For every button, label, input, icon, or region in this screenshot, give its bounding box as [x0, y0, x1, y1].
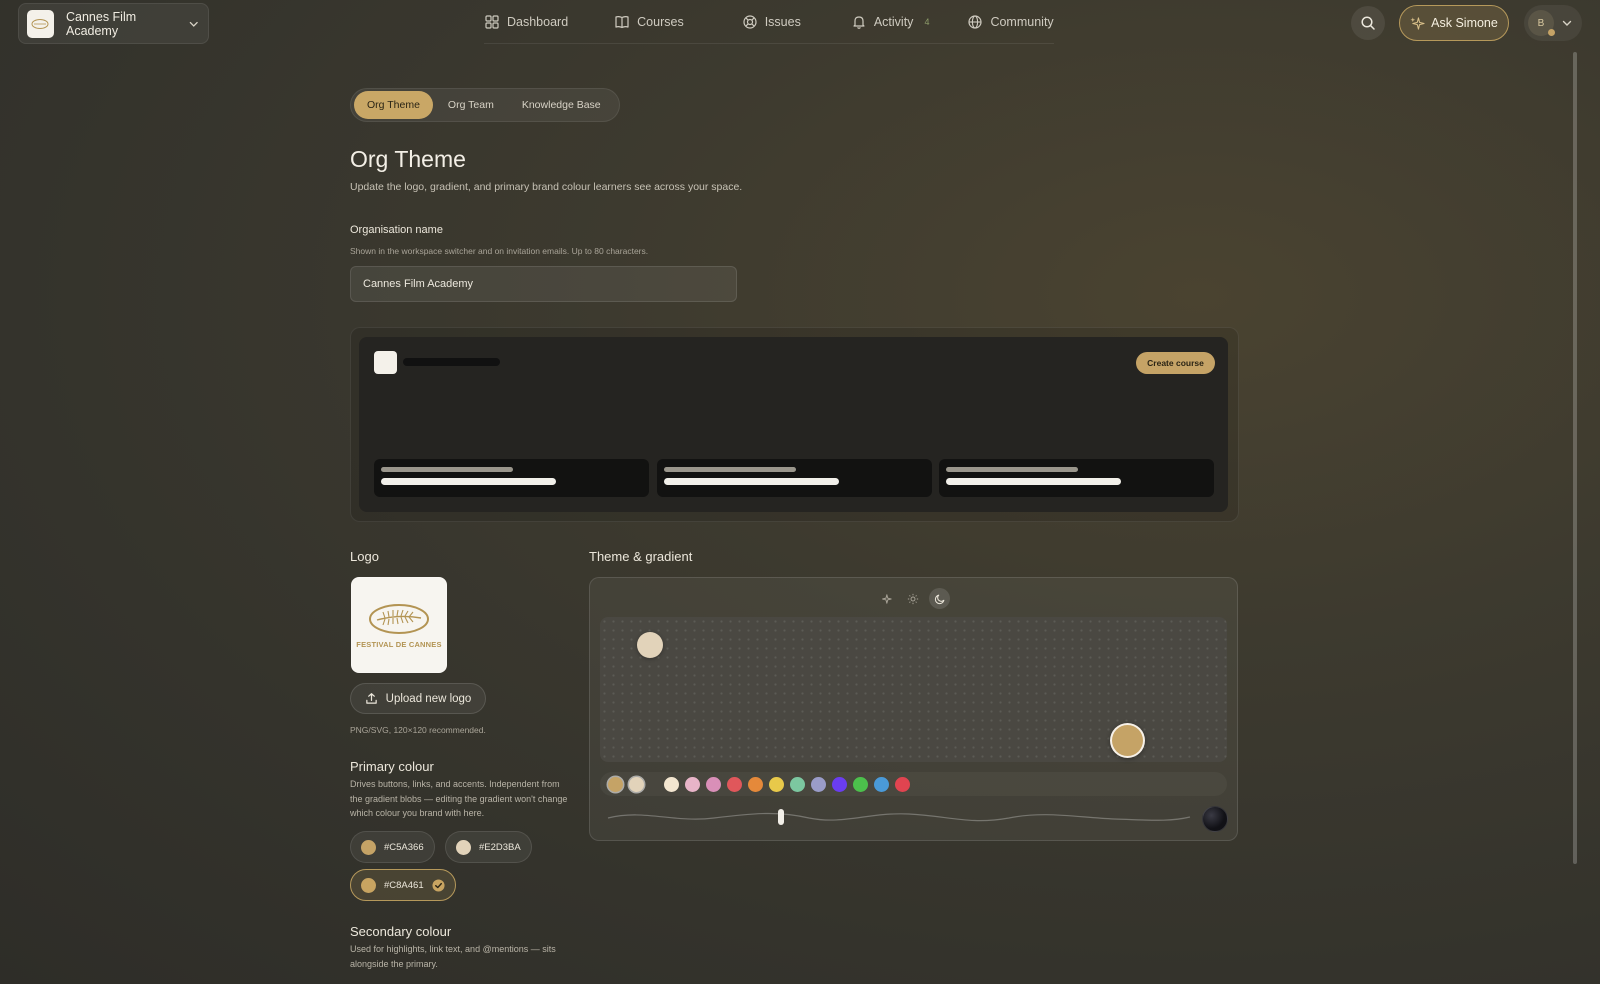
preview-logo	[374, 351, 397, 374]
user-menu-button[interactable]: B	[1524, 5, 1582, 41]
ask-assistant-button[interactable]: Ask Simone	[1399, 5, 1509, 41]
gradient-blob-handle[interactable]	[637, 632, 663, 658]
dashboard-icon	[485, 14, 499, 29]
logo-section-title: Logo	[350, 549, 379, 564]
search-button[interactable]	[1351, 6, 1385, 40]
primary-colour-title: Primary colour	[350, 759, 434, 774]
chevron-down-icon	[1562, 20, 1572, 26]
page-title: Org Theme	[350, 146, 466, 172]
sparkles-icon	[1410, 16, 1425, 30]
page-subtitle: Update the logo, gradient, and primary b…	[350, 181, 743, 193]
colour-hex-label: #C8A461	[384, 879, 424, 891]
colour-swatch[interactable]	[748, 776, 763, 792]
secondary-colour-description: Used for highlights, link text, and @men…	[350, 944, 556, 969]
check-circle-icon	[432, 878, 445, 892]
colour-swatch[interactable]	[608, 776, 623, 792]
status-dot	[1548, 29, 1555, 36]
colour-swatch[interactable]	[832, 776, 847, 792]
nav-activity-label: Activity	[873, 14, 914, 29]
tab-knowledge-base[interactable]: Knowledge Base	[509, 91, 614, 119]
primary-colour-description: Drives buttons, links, and accents. Inde…	[350, 779, 568, 818]
colour-swatch-dot	[361, 839, 376, 855]
colour-swatch[interactable]	[685, 776, 700, 792]
auto-mode-button[interactable]	[875, 588, 896, 609]
palm-logo-icon	[369, 603, 429, 634]
tab-org-team[interactable]: Org Team	[435, 91, 507, 119]
upload-icon	[365, 693, 377, 704]
book-icon	[615, 15, 629, 28]
gradient-canvas[interactable]	[600, 617, 1227, 762]
tab-org-theme[interactable]: Org Theme	[354, 91, 433, 119]
colour-swatch[interactable]	[706, 776, 721, 792]
settings-tabs: Org Theme Org Team Knowledge Base	[350, 88, 620, 122]
org-name-input[interactable]	[350, 266, 737, 302]
org-logo-preview: FESTIVAL DE CANNES	[351, 577, 447, 673]
colour-swatch-dot	[361, 877, 376, 893]
colour-swatch[interactable]	[811, 776, 826, 792]
preview-card	[374, 459, 649, 497]
primary-colour-option-selected[interactable]: #C8A461	[350, 869, 456, 901]
moon-icon	[934, 594, 944, 604]
top-navigation: Dashboard Courses Issues Activity 4 Comm…	[484, 0, 1054, 44]
colour-swatch[interactable]	[895, 776, 910, 792]
org-switcher[interactable]: Cannes Film Academy	[18, 3, 209, 44]
nav-activity[interactable]: Activity 4	[851, 0, 930, 44]
theme-mode-toggle	[875, 588, 950, 609]
gradient-colour-swatches	[600, 772, 1227, 796]
nav-courses[interactable]: Courses	[614, 0, 684, 44]
colour-hex-label: #E2D3BA	[479, 841, 521, 853]
page-scrollbar[interactable]	[1573, 52, 1577, 864]
org-name-label: Organisation name	[350, 224, 443, 236]
colour-swatch[interactable]	[874, 776, 889, 792]
colour-swatch[interactable]	[629, 776, 644, 792]
theme-gradient-title: Theme & gradient	[589, 549, 693, 564]
nav-issues-label: Issues	[764, 14, 801, 29]
colour-swatch[interactable]	[727, 776, 742, 792]
wave-slider-handle[interactable]	[778, 809, 784, 825]
org-name-help: Shown in the workspace switcher and on i…	[350, 246, 649, 256]
gradient-blob-handle[interactable]	[1110, 723, 1145, 758]
nav-community[interactable]: Community	[967, 0, 1054, 44]
logo-help-text: PNG/SVG, 120×120 recommended.	[350, 725, 486, 735]
ask-assistant-label: Ask Simone	[1431, 16, 1498, 30]
nav-community-label: Community	[990, 14, 1054, 29]
sun-icon	[907, 593, 918, 604]
colour-swatch-dot	[456, 839, 471, 855]
logo-wordmark: FESTIVAL DE CANNES	[356, 639, 442, 649]
secondary-colour-title: Secondary colour	[350, 924, 452, 939]
colour-swatch[interactable]	[664, 776, 679, 792]
nav-courses-label: Courses	[637, 14, 684, 29]
bell-icon	[853, 15, 865, 29]
org-switcher-name: Cannes Film Academy	[65, 9, 137, 38]
colour-swatch[interactable]	[790, 776, 805, 792]
colour-swatch[interactable]	[853, 776, 868, 792]
colour-swatch[interactable]	[769, 776, 784, 792]
chevron-down-icon	[189, 21, 198, 27]
dark-tone-knob[interactable]	[1202, 806, 1228, 832]
upload-logo-button[interactable]: Upload new logo	[350, 683, 486, 714]
dark-mode-button[interactable]	[929, 588, 950, 609]
avatar-initial: B	[1537, 17, 1545, 29]
lifebuoy-icon	[743, 14, 757, 29]
preview-title-placeholder	[403, 358, 500, 366]
preview-create-course-button: Create course	[1136, 352, 1215, 374]
nav-issues[interactable]: Issues	[742, 0, 801, 44]
preview-card	[939, 459, 1214, 497]
search-icon	[1361, 16, 1375, 30]
colour-hex-label: #C5A366	[384, 841, 424, 853]
preview-card	[657, 459, 932, 497]
primary-colour-option[interactable]: #C5A366	[350, 831, 435, 863]
nav-dashboard[interactable]: Dashboard	[484, 0, 568, 44]
avatar: B	[1528, 10, 1555, 36]
primary-colour-option[interactable]: #E2D3BA	[445, 831, 532, 863]
nav-dashboard-label: Dashboard	[507, 14, 569, 29]
gradient-wave-slider[interactable]	[604, 801, 1194, 833]
sparkles-icon	[881, 593, 892, 604]
globe-icon	[968, 14, 983, 29]
activity-count-badge: 4	[924, 16, 930, 27]
upload-logo-label: Upload new logo	[385, 692, 472, 705]
org-logo-thumbnail	[27, 9, 54, 38]
light-mode-button[interactable]	[902, 588, 923, 609]
